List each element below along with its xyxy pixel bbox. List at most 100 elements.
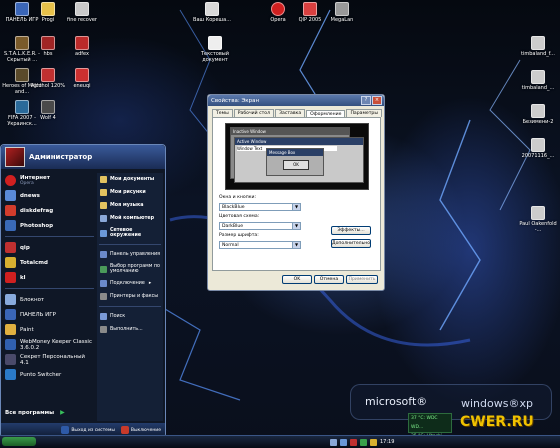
watermark: CWER.RU xyxy=(460,414,534,430)
tab-screensaver[interactable]: Заставка xyxy=(275,109,306,117)
kaspersky-icon xyxy=(5,272,16,283)
document-icon xyxy=(75,2,89,16)
recent-item-secret[interactable]: Секрет Персональный 4.1 xyxy=(3,352,96,367)
network-tray-icon[interactable] xyxy=(340,439,347,446)
start-menu-programs: Интернет Opera dnews diskdefrag Photoshop… xyxy=(3,173,96,382)
qip-tray-icon[interactable] xyxy=(360,439,367,446)
pinned-item-internet[interactable]: Интернет Opera xyxy=(3,173,96,188)
start-menu: Администратор Интернет Opera dnews diskde… xyxy=(0,144,166,438)
desktop-icon-eneuqi[interactable]: eneuqi xyxy=(62,68,102,89)
network-icon xyxy=(335,2,349,16)
place-connect[interactable]: Подключение ▸ xyxy=(97,277,163,290)
desktop-icon-text-doc[interactable]: Текстовый документ xyxy=(195,36,235,63)
antivirus-tray-icon[interactable] xyxy=(350,439,357,446)
search-icon xyxy=(100,313,107,320)
desktop-icon-megalan[interactable]: MegaLan xyxy=(322,2,362,23)
close-button[interactable]: × xyxy=(372,96,382,105)
menu-divider xyxy=(99,244,161,245)
dnews-icon xyxy=(5,190,16,201)
network-icon xyxy=(100,229,107,237)
appearance-preview: Inactive Window Active Window Window Tex… xyxy=(225,123,369,190)
color-scheme-label: Цветовая схема: xyxy=(219,214,260,219)
pinned-item-photoshop[interactable]: Photoshop xyxy=(3,218,96,233)
pinned-item-dnews[interactable]: dnews xyxy=(3,188,96,203)
cancel-button[interactable]: Отмена xyxy=(314,275,344,284)
place-my-pictures[interactable]: Мои рисунки xyxy=(97,186,163,199)
place-my-documents[interactable]: Мои документы xyxy=(97,173,163,186)
desktop-icon-timbaland-1[interactable]: timbaland_f... xyxy=(518,36,558,57)
desktop-icon-timbaland-2[interactable]: timbaland_... xyxy=(518,70,558,91)
user-name: Администратор xyxy=(29,153,93,161)
tab-themes[interactable]: Темы xyxy=(212,109,233,117)
help-button[interactable]: ? xyxy=(361,96,371,105)
preview-ok-button: OK xyxy=(283,160,309,170)
language-tray-icon[interactable] xyxy=(370,439,377,446)
folder-icon xyxy=(100,202,107,209)
preview-message-box: Message Box OK xyxy=(266,148,324,176)
temperature-gadget: 37 °C: WDC WD... 35 °C: Hitachi... xyxy=(408,413,452,439)
clock[interactable]: 17:19 xyxy=(380,439,394,446)
advanced-button[interactable]: Дополнительно xyxy=(331,239,371,248)
qip-icon xyxy=(303,2,317,16)
all-programs-button[interactable]: Все программы ▶ xyxy=(5,407,95,418)
alcohol-icon xyxy=(41,68,55,82)
recent-item-panel-igr[interactable]: ПАНЕЛЬ ИГР xyxy=(3,307,96,322)
place-network[interactable]: Сетевое окружение xyxy=(97,225,163,241)
qip-icon xyxy=(5,242,16,253)
desktop-icon-wolf[interactable]: Wolf 4 xyxy=(28,100,68,121)
pinned-item-diskdefrag[interactable]: diskdefrag xyxy=(3,203,96,218)
logoff-button[interactable]: Выход из системы xyxy=(61,426,115,434)
document-icon xyxy=(41,36,55,50)
microsoft-logo-text: microsoft® xyxy=(365,395,428,408)
document-icon xyxy=(75,68,89,82)
tab-settings[interactable]: Параметры xyxy=(346,109,382,117)
place-printers[interactable]: Принтеры и факсы xyxy=(97,290,163,303)
chevron-down-icon: ▼ xyxy=(292,242,300,248)
desktop-icon-vash-koresha[interactable]: Ваш Кореша... xyxy=(192,2,232,23)
color-scheme-select[interactable]: DarkBlue ▼ xyxy=(219,222,301,230)
arrow-right-icon: ▶ xyxy=(60,409,65,416)
folder-icon xyxy=(100,176,107,183)
shutdown-button[interactable]: Выключение xyxy=(120,426,161,434)
webmoney-icon xyxy=(5,339,16,350)
chevron-down-icon: ▼ xyxy=(292,204,300,210)
notepad-icon xyxy=(5,294,16,305)
punto-switcher-icon xyxy=(5,369,16,380)
recent-item-paint[interactable]: Paint xyxy=(3,322,96,337)
windows-buttons-select[interactable]: BlackBlue ▼ xyxy=(219,203,301,211)
desktop-icon-fine-recover[interactable]: fine recover xyxy=(62,2,102,23)
run-icon xyxy=(100,326,107,333)
desktop-icon-bezimeni[interactable]: Безимени-2 xyxy=(518,104,558,125)
apply-button[interactable]: Применить xyxy=(346,275,378,284)
place-search[interactable]: Поиск xyxy=(97,310,163,323)
place-my-computer[interactable]: Мой компьютер xyxy=(97,212,163,225)
desktop-icon-20071116[interactable]: 20071116_... xyxy=(518,138,558,159)
start-button[interactable] xyxy=(2,437,36,446)
recent-item-punto[interactable]: Punto Switcher xyxy=(3,367,96,382)
recent-item-notepad[interactable]: Блокнот xyxy=(3,292,96,307)
ok-button[interactable]: OK xyxy=(282,275,312,284)
place-my-music[interactable]: Моя музыка xyxy=(97,199,163,212)
menu-divider xyxy=(99,306,161,307)
volume-icon[interactable] xyxy=(330,439,337,446)
image-icon xyxy=(531,138,545,152)
effects-button[interactable]: Эффекты... xyxy=(331,226,371,235)
place-default-programs[interactable]: Выбор программ по умолчанию xyxy=(97,261,163,277)
desktop-icon-paul-oakenfold[interactable]: Paul Oakenfold -... xyxy=(518,206,558,233)
place-run[interactable]: Выполнить... xyxy=(97,323,163,336)
control-panel-icon xyxy=(100,251,107,258)
document-icon xyxy=(531,70,545,84)
recent-item-webmoney[interactable]: WebMoney Keeper Classic 3.6.0.2 xyxy=(3,337,96,352)
font-size-select[interactable]: Normal ▼ xyxy=(219,241,301,249)
recent-item-totalcmd[interactable]: Totalcmd xyxy=(3,255,96,270)
desktop-icon-adfex[interactable]: adfex xyxy=(62,36,102,57)
dialog-title-bar[interactable]: Свойства: Экран ? × xyxy=(208,95,384,106)
font-size-label: Размер шрифта: xyxy=(219,233,259,238)
folder-icon xyxy=(41,2,55,16)
tab-desktop[interactable]: Рабочий стол xyxy=(233,109,275,117)
recent-item-qip[interactable]: qip xyxy=(3,240,96,255)
taskbar: 17:19 xyxy=(0,435,560,448)
recent-item-kl[interactable]: kl xyxy=(3,270,96,285)
place-control-panel[interactable]: Панель управления xyxy=(97,248,163,261)
avatar[interactable] xyxy=(5,147,25,167)
